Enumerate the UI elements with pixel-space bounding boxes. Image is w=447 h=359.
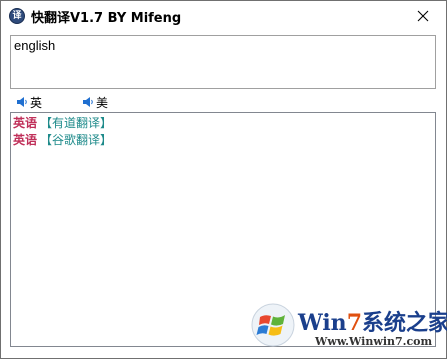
pronunciation-row: 英 美 (16, 94, 216, 110)
close-button[interactable] (406, 3, 440, 29)
main-window: 译 快翻译V1.7 BY Mifeng english 英 美 英语 【有道翻译… (0, 0, 447, 359)
title-bar[interactable]: 译 快翻译V1.7 BY Mifeng (1, 1, 446, 31)
close-icon (417, 10, 429, 22)
speak-uk-label: 英 (30, 95, 43, 110)
result-line[interactable]: 英语 【谷歌翻译】 (13, 131, 433, 148)
app-logo-icon: 译 (9, 8, 25, 24)
speak-us-label: 美 (96, 95, 109, 110)
site-watermark: Win7系统之家 Www.Winwin7.com (251, 303, 447, 355)
result-language: 英语 (13, 133, 38, 147)
speak-us-button[interactable]: 美 (82, 94, 108, 110)
result-source[interactable]: 【谷歌翻译】 (40, 131, 112, 148)
result-source[interactable]: 【有道翻译】 (40, 114, 112, 131)
window-title: 快翻译V1.7 BY Mifeng (31, 11, 182, 26)
speaker-icon (83, 97, 93, 107)
watermark-url: Www.Winwin7.com (315, 335, 433, 348)
watermark-brand: Win7系统之家 (298, 310, 447, 336)
source-text-input[interactable]: english (10, 35, 436, 89)
speak-uk-button[interactable]: 英 (16, 94, 42, 110)
windows-logo-icon (251, 303, 295, 347)
result-line[interactable]: 英语 【有道翻译】 (13, 114, 433, 131)
speaker-icon (17, 97, 27, 107)
result-language: 英语 (13, 116, 38, 130)
